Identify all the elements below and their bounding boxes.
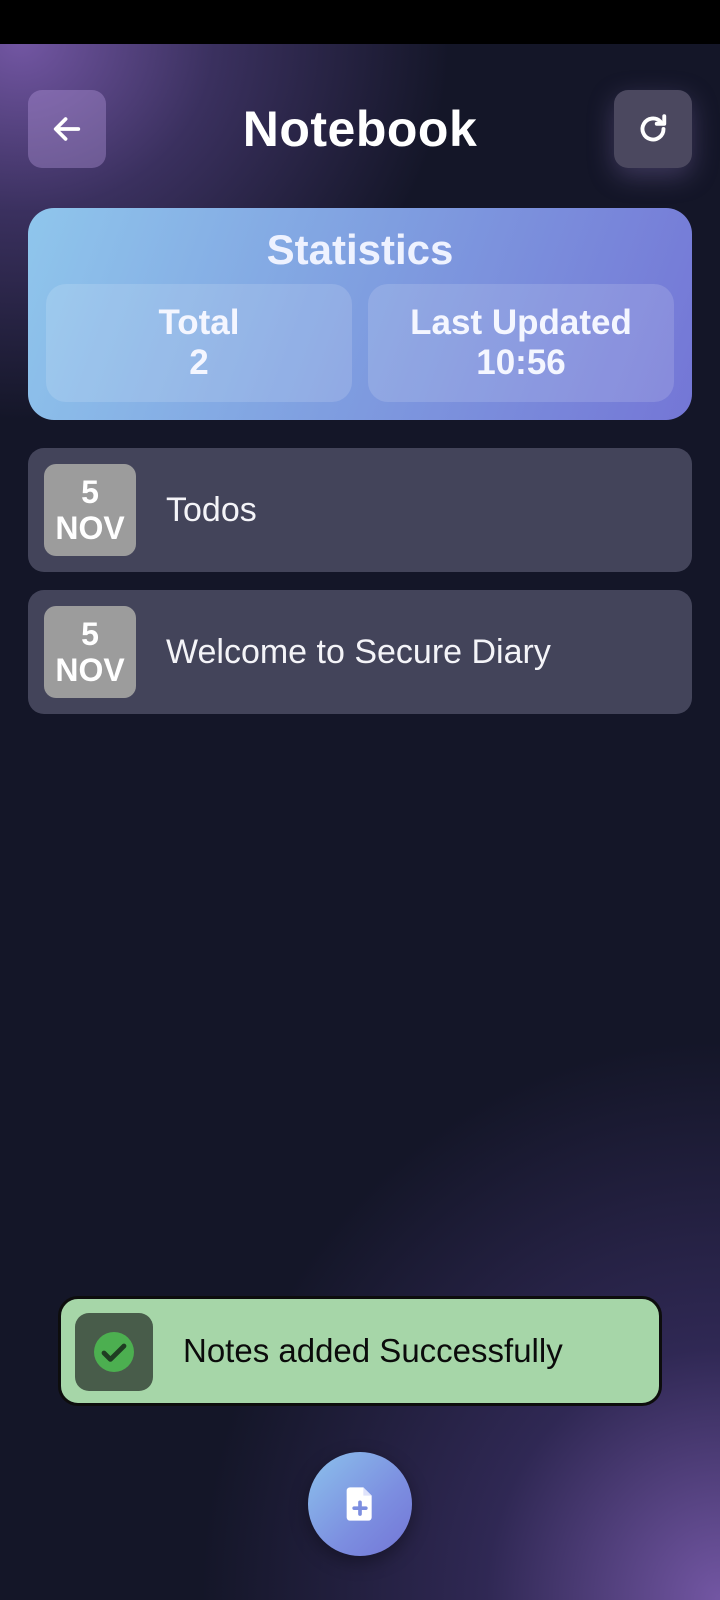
stat-total: Total 2 (46, 284, 352, 402)
stat-last-updated-label: Last Updated (410, 303, 632, 342)
refresh-icon (640, 114, 667, 142)
date-month: NOV (55, 510, 125, 546)
stat-last-updated: Last Updated 10:56 (368, 284, 674, 402)
add-note-icon (346, 1487, 372, 1521)
stat-total-value: 2 (189, 343, 209, 382)
status-bar (0, 0, 720, 44)
toast-message: Notes added Successfully (183, 1332, 563, 1369)
check-circle-icon (94, 1332, 134, 1372)
date-badge: 5 NOV (44, 606, 136, 698)
statistics-card: Statistics Total 2 Last Updated 10:56 (28, 208, 692, 420)
note-title: Welcome to Secure Diary (166, 632, 551, 671)
success-toast: Notes added Successfully (58, 1296, 662, 1406)
add-note-button[interactable] (308, 1452, 412, 1556)
note-list-item[interactable]: 5 NOV Welcome to Secure Diary (28, 590, 692, 714)
page-title: Notebook (242, 101, 478, 157)
refresh-button[interactable] (614, 90, 692, 168)
stat-total-label: Total (158, 303, 240, 342)
date-day: 5 (81, 616, 99, 652)
note-list-item[interactable]: 5 NOV Todos (28, 448, 692, 572)
date-month: NOV (55, 652, 125, 688)
note-title: Todos (166, 490, 257, 529)
toast-icon-container (75, 1313, 153, 1391)
date-day: 5 (81, 474, 99, 510)
stat-last-updated-value: 10:56 (476, 343, 566, 382)
app-header: Notebook (0, 90, 720, 168)
date-badge: 5 NOV (44, 464, 136, 556)
statistics-title: Statistics (266, 226, 454, 273)
